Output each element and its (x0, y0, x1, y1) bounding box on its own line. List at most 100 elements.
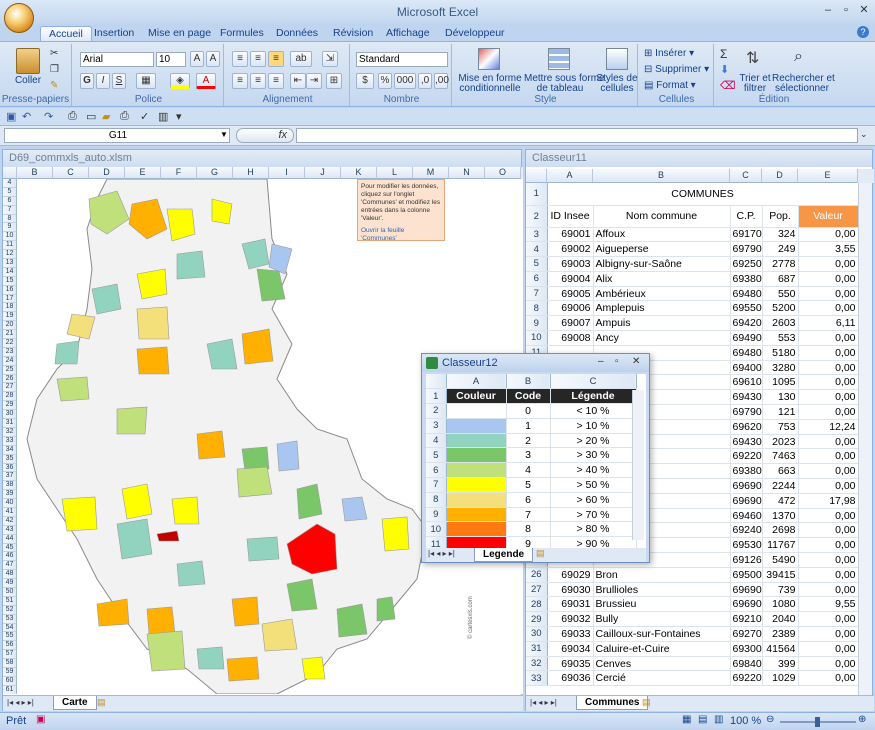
cell-id-insee[interactable]: 69007 (547, 315, 594, 332)
cell-valeur[interactable]: 0,00 (798, 345, 859, 361)
cell-pop[interactable]: 1095 (762, 374, 799, 391)
minimize-icon[interactable]: – (820, 3, 836, 17)
cell-nom-commune[interactable]: Bully (593, 611, 731, 628)
borders-icon[interactable]: ▦ (136, 73, 156, 89)
tab-developpeur[interactable]: Développeur (437, 26, 513, 42)
sheet-tab-communes[interactable]: Communes (576, 696, 649, 710)
column-header[interactable]: B (17, 167, 53, 179)
zoom-in-icon[interactable]: ⊕ (858, 714, 866, 725)
cell-id-insee[interactable]: 69008 (547, 330, 594, 346)
cell-pop[interactable]: 5200 (762, 300, 799, 317)
sheet-tab-carte[interactable]: Carte (53, 696, 97, 710)
cell-valeur[interactable]: 12,24 (798, 419, 859, 435)
insert-sheet-icon[interactable]: ▤ (97, 697, 106, 708)
color-swatch[interactable] (446, 433, 507, 449)
cell-id-insee[interactable]: 69006 (547, 300, 594, 317)
fill-color-icon[interactable]: ◈ (170, 73, 190, 89)
page-break-view-icon[interactable]: ▥ (714, 714, 723, 725)
cell-valeur[interactable]: 0,00 (798, 537, 859, 554)
column-header[interactable]: L (377, 167, 413, 179)
cell-legende[interactable]: > 20 % (550, 433, 637, 449)
cell-code[interactable]: 0 (506, 403, 551, 419)
cell-nom-commune[interactable]: Ancy (593, 330, 731, 346)
cell-cp[interactable]: 69126 (730, 552, 763, 568)
cell-nom-commune[interactable]: Cailloux-sur-Fontaines (593, 626, 731, 642)
sheet-tab-legende[interactable]: Legende (474, 548, 534, 562)
cell-pop[interactable]: 1080 (762, 596, 799, 613)
cell-cp[interactable]: 69270 (730, 626, 763, 642)
cell-cp[interactable]: 69610 (730, 374, 763, 391)
cell-pop[interactable]: 2244 (762, 478, 799, 494)
cell-pop[interactable]: 2778 (762, 256, 799, 272)
macro-record-icon[interactable]: ▣ (36, 714, 45, 725)
wrap-text-icon[interactable]: ⇲ (322, 51, 338, 67)
cell-id-insee[interactable]: 69001 (547, 227, 594, 243)
cell-valeur[interactable]: 0,00 (798, 611, 859, 628)
insert-sheet-icon[interactable]: ▤ (536, 548, 545, 559)
cell-id-insee[interactable]: 69030 (547, 582, 594, 598)
zoom-level[interactable]: 100 % (730, 715, 761, 727)
cell-code[interactable]: 8 (506, 521, 551, 538)
cell-pop[interactable]: 249 (762, 241, 799, 258)
cell-nom-commune[interactable]: Bron (593, 567, 731, 583)
cell-valeur[interactable]: 0,00 (798, 508, 859, 524)
cell-pop[interactable]: 39415 (762, 567, 799, 583)
decrease-decimal-icon[interactable]: ,00 (434, 73, 449, 89)
cell-cp[interactable]: 69210 (730, 611, 763, 628)
redo-icon[interactable]: ↷ (44, 110, 53, 123)
number-format-combo[interactable]: Standard (356, 52, 448, 67)
tab-accueil[interactable]: Accueil (40, 26, 92, 42)
column-header[interactable]: J (305, 167, 341, 179)
cell-cp[interactable]: 69480 (730, 345, 763, 361)
cell-code[interactable]: 9 (506, 536, 551, 548)
column-header[interactable]: B (593, 169, 730, 183)
cell-valeur[interactable]: 0,00 (798, 567, 859, 583)
cell-valeur[interactable]: 0,00 (798, 286, 859, 302)
cell-id-insee[interactable]: 69004 (547, 271, 594, 287)
sort-filter-icon[interactable]: ⇅ (746, 48, 759, 68)
tab-revision[interactable]: Révision (325, 26, 381, 42)
tab-donnees[interactable]: Données (268, 26, 326, 42)
orientation-icon[interactable]: ab (290, 51, 312, 67)
cell-cp[interactable]: 69400 (730, 360, 763, 376)
select-all-corner[interactable] (3, 167, 17, 179)
cell-legende[interactable]: > 90 % (550, 536, 637, 548)
autosum-button[interactable]: Σ (720, 47, 727, 61)
color-swatch[interactable] (446, 403, 507, 419)
select-all-corner[interactable] (426, 374, 447, 390)
cell-cp[interactable]: 69690 (730, 478, 763, 494)
column-header[interactable]: E (798, 169, 858, 183)
cell-cp[interactable]: 69840 (730, 656, 763, 672)
cell-nom-commune[interactable]: Brullioles (593, 582, 731, 598)
color-swatch[interactable] (446, 536, 507, 548)
cell-valeur[interactable]: 9,55 (798, 596, 859, 613)
cell-valeur[interactable]: 0,00 (798, 360, 859, 376)
cell-valeur[interactable]: 0,00 (798, 641, 859, 657)
print-preview-icon[interactable]: ⎙ (68, 110, 77, 123)
cell-pop[interactable]: 121 (762, 404, 799, 420)
cell-pop[interactable]: 2603 (762, 315, 799, 332)
conditional-format-button[interactable]: Mise en forme conditionnelle (456, 74, 524, 94)
cell-cp[interactable]: 69500 (730, 567, 763, 583)
cell-pop[interactable]: 1370 (762, 508, 799, 524)
cell-valeur[interactable]: 3,55 (798, 241, 859, 258)
cell-cp[interactable]: 69300 (730, 641, 763, 657)
color-swatch[interactable] (446, 477, 507, 493)
column-header[interactable]: G (197, 167, 233, 179)
cell-valeur[interactable]: 0,00 (798, 448, 859, 465)
cell-pop[interactable]: 753 (762, 419, 799, 435)
table-format-icon[interactable] (548, 48, 570, 70)
cell-code[interactable]: 3 (506, 447, 551, 464)
column-header[interactable]: O (485, 167, 521, 179)
clear-icon[interactable]: ⌫ (720, 79, 736, 92)
quick-print-icon[interactable]: ⎙ (120, 110, 129, 123)
cell-cp[interactable]: 69690 (730, 596, 763, 613)
name-box-dropdown-icon[interactable]: ▼ (220, 130, 228, 139)
cell-code[interactable]: 7 (506, 507, 551, 523)
cell-valeur[interactable]: 17,98 (798, 493, 859, 509)
cell-pop[interactable]: 472 (762, 493, 799, 509)
spelling-icon[interactable]: ✓ (140, 110, 149, 123)
color-swatch[interactable] (446, 462, 507, 479)
cell-cp[interactable]: 69480 (730, 286, 763, 302)
cell-cp[interactable]: 69790 (730, 241, 763, 258)
